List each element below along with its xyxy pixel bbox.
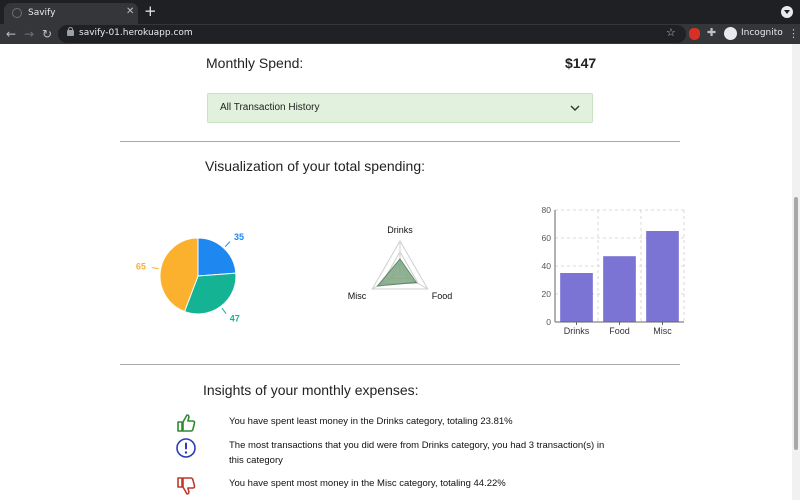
lock-icon <box>67 27 74 36</box>
spending-radar-chart: Drinks Food Misc <box>348 225 453 301</box>
transaction-history-accordion[interactable]: All Transaction History <box>207 93 593 123</box>
bar-y-tick-label: 0 <box>546 317 551 327</box>
bar-drinks <box>560 273 593 322</box>
section-divider <box>120 364 680 365</box>
monthly-spend-value: $147 <box>565 55 597 71</box>
extension-icon[interactable] <box>689 28 700 40</box>
browser-toolbar: ← → ↻ savify-01.herokuapp.com ☆ ✚ Incogn… <box>0 24 800 44</box>
scrollbar-thumb[interactable] <box>794 197 798 450</box>
bar-x-tick-label: Food <box>609 326 630 336</box>
pie-slice-drinks <box>197 237 237 277</box>
bar-misc <box>646 231 679 322</box>
url-text[interactable]: savify-01.herokuapp.com <box>79 28 193 38</box>
tab-title: Savify <box>28 8 56 18</box>
thumbs-down-icon <box>177 477 196 495</box>
spending-bar-chart: 0 20 40 60 80 Drinks Food Misc <box>542 205 685 336</box>
bar-y-tick-label: 40 <box>542 261 552 271</box>
pie-data-label: 47 <box>230 313 240 323</box>
reload-icon[interactable]: ↻ <box>42 26 52 42</box>
bookmark-star-icon[interactable]: ☆ <box>666 26 676 39</box>
close-tab-icon[interactable]: ✕ <box>126 6 134 17</box>
bar-x-tick-label: Misc <box>653 326 672 336</box>
extensions-puzzle-icon[interactable]: ✚ <box>707 26 716 39</box>
transaction-history-label: All Transaction History <box>220 102 320 113</box>
radar-area <box>376 258 418 287</box>
back-icon[interactable]: ← <box>6 26 16 42</box>
radar-label-drinks: Drinks <box>387 225 413 235</box>
thumbs-up-icon <box>177 414 196 432</box>
page-content: Monthly Spend: $147 All Transaction Hist… <box>0 44 792 500</box>
favicon-icon <box>12 8 22 18</box>
more-menu-icon[interactable]: ⋮ <box>788 27 799 40</box>
insights-heading: Insights of your monthly expenses: <box>203 382 419 398</box>
radar-label-misc: Misc <box>348 291 367 301</box>
pie-label-leader <box>224 241 231 248</box>
bar-x-tick-label: Drinks <box>564 326 590 336</box>
address-bar[interactable]: savify-01.herokuapp.com ☆ <box>58 25 686 43</box>
visualization-heading: Visualization of your total spending: <box>205 158 425 174</box>
insight-text-most-transactions: The most transactions that you did were … <box>229 440 605 466</box>
bar-y-tick-label: 60 <box>542 233 552 243</box>
spending-pie-chart: 35 47 65 <box>136 232 244 323</box>
pie-data-label: 65 <box>136 261 146 271</box>
incognito-label: Incognito <box>741 28 783 38</box>
pie-label-leader <box>151 267 159 270</box>
pie-label-leader <box>221 307 227 314</box>
browser-tab-bar: Savify ✕ + <box>0 0 800 24</box>
tab-search-icon[interactable] <box>781 6 793 18</box>
forward-icon[interactable]: → <box>24 26 34 42</box>
insight-text-most-spend: You have spent most money in the Misc ca… <box>229 478 506 489</box>
exclamation-circle-icon <box>176 438 196 458</box>
bar-y-tick-label: 80 <box>542 205 552 215</box>
chevron-down-icon <box>570 105 580 111</box>
bar-y-tick-label: 20 <box>542 289 552 299</box>
monthly-spend-label: Monthly Spend: <box>206 55 304 71</box>
section-divider <box>120 141 680 142</box>
incognito-icon[interactable] <box>724 27 737 40</box>
bar-food <box>603 256 636 322</box>
browser-tab[interactable]: Savify ✕ <box>4 3 138 24</box>
new-tab-icon[interactable]: + <box>144 3 157 19</box>
radar-label-food: Food <box>432 291 453 301</box>
insight-text-least-spend: You have spent least money in the Drinks… <box>229 416 513 427</box>
pie-data-label: 35 <box>234 232 244 242</box>
